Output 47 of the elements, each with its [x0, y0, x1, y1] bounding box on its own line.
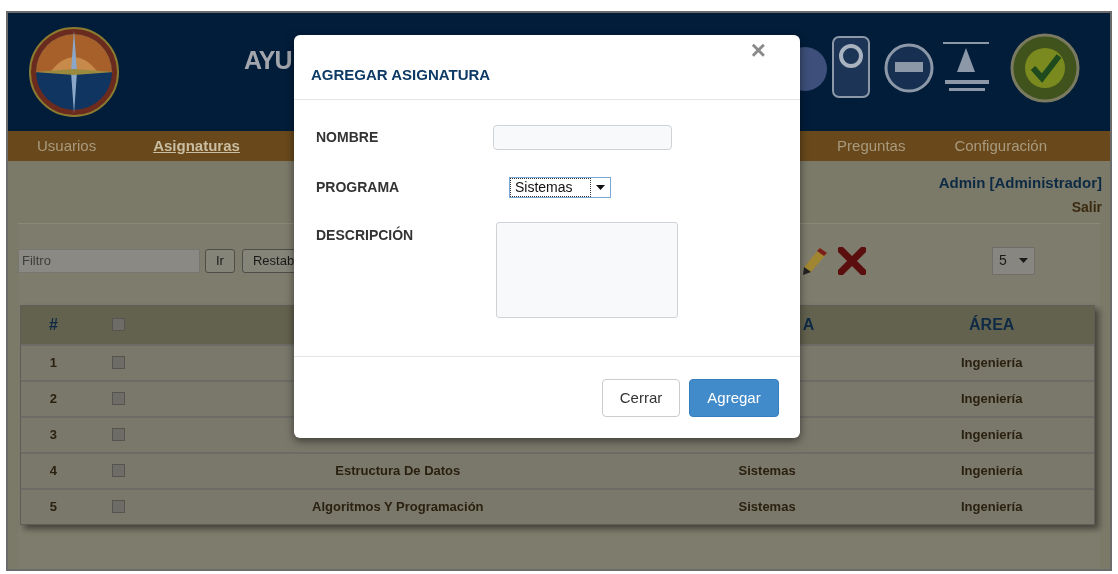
description-field[interactable]	[496, 222, 678, 318]
logout-link[interactable]: Salir	[1071, 196, 1102, 218]
column-header: #	[47, 314, 59, 335]
table-cell-text: 1	[48, 353, 59, 372]
caret-icon	[1019, 258, 1028, 263]
table-cell-text: 3	[48, 425, 59, 444]
field-label: PROGRAMA	[316, 178, 401, 197]
table-cell-text: Ingeniería	[960, 497, 1023, 516]
nav-link[interactable]: Usuarios	[37, 134, 97, 158]
close-button[interactable]: ×	[750, 35, 766, 65]
checkbox[interactable]	[111, 392, 125, 405]
nav-link[interactable]: Configuración	[954, 134, 1047, 158]
nav-link[interactable]: Preguntas	[837, 134, 906, 158]
name-field[interactable]	[493, 125, 672, 150]
checkbox[interactable]	[111, 500, 125, 513]
program-select[interactable]: Sistemas	[509, 177, 611, 198]
table-cell-text: 5	[48, 497, 59, 516]
checkbox[interactable]	[111, 464, 125, 477]
site-title: AYU	[244, 45, 292, 77]
user-name: Admin [Administrador]	[938, 173, 1102, 193]
column-header: A	[802, 315, 815, 333]
toolbar-button[interactable]: Ir	[205, 248, 235, 273]
table-cell-text: Ingeniería	[960, 461, 1023, 480]
field-label: NOMBRE	[316, 128, 380, 147]
modal-title: AGREGAR ASIGNATURA	[311, 65, 491, 85]
table-cell-text: Algoritmos Y Programación	[312, 497, 484, 516]
checkbox[interactable]	[111, 356, 125, 369]
pencil-icon[interactable]	[802, 245, 828, 276]
table-cell-text: Ingeniería	[960, 389, 1023, 408]
delete-icon[interactable]	[838, 246, 866, 275]
table-cell-text: 4	[48, 461, 59, 480]
table-cell-text: 2	[48, 389, 59, 408]
caret-icon	[596, 185, 605, 190]
table-cell-text: Ingeniería	[960, 425, 1023, 444]
table-cell-text: Ingeniería	[960, 353, 1023, 372]
table-cell-text: Estructura De Datos	[335, 461, 461, 480]
page-size-select[interactable]: 5	[992, 246, 1035, 275]
filter-field[interactable]: Filtro	[18, 248, 200, 273]
close-dialog-button[interactable]: Cerrar	[602, 379, 680, 417]
field-label: DESCRIPCIÓN	[316, 225, 415, 245]
checkbox[interactable]	[111, 428, 125, 441]
nav-link[interactable]: Asignaturas	[153, 134, 240, 158]
column-header: ÁREA	[969, 314, 1015, 335]
table-cell-text: Sistemas	[738, 497, 796, 516]
add-button[interactable]: Agregar	[689, 379, 779, 417]
checkbox[interactable]	[111, 318, 125, 331]
table-cell-text: Sistemas	[738, 461, 796, 480]
